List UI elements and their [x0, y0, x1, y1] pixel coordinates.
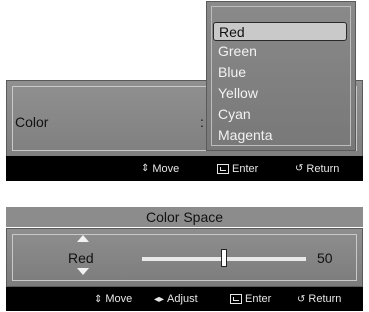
dropdown-option-magenta[interactable]: Magenta [213, 126, 347, 145]
dropdown-option-green[interactable]: Green [213, 42, 347, 61]
channel-label: Red [68, 250, 94, 266]
guide-return: ↺ Return [295, 163, 339, 175]
guide-return-label: Return [306, 162, 340, 175]
dropdown-option-yellow[interactable]: Yellow [213, 84, 347, 103]
arrow-up-icon[interactable] [77, 235, 89, 242]
dropdown-option-blue[interactable]: Blue [213, 63, 347, 82]
color-space-title: Color Space [6, 207, 363, 227]
guide-move-label: Move [152, 162, 180, 175]
arrow-down-icon[interactable] [77, 268, 89, 275]
color-space-menu: Color Space Red 50 ⇕ Move ◂▸ Adjust Ente… [6, 207, 363, 311]
guide-enter: Enter [230, 293, 271, 305]
guide-adjust-label: Adjust [167, 293, 198, 305]
up-down-icon: ⇕ [141, 163, 150, 174]
color-row-label: Color [15, 114, 49, 130]
guide-enter-label: Enter [245, 293, 272, 305]
guide-adjust: ◂▸ Adjust [154, 293, 198, 305]
guide-move: ⇕ Move [141, 163, 179, 175]
color-row-colon: : [200, 114, 204, 130]
left-right-icon: ◂▸ [154, 293, 165, 305]
guide-return-label: Return [308, 293, 342, 305]
guide-return: ↺ Return [297, 293, 341, 305]
slider-thumb[interactable] [221, 249, 227, 267]
dropdown-option-red[interactable]: Red [213, 22, 347, 41]
color-dropdown[interactable]: Red Green Blue Yellow Cyan Magenta [206, 1, 356, 151]
up-down-icon: ⇕ [94, 293, 103, 305]
enter-icon [230, 294, 242, 304]
guide-bar: ⇕ Move Enter ↺ Return [6, 156, 363, 181]
guide-move-label: Move [105, 293, 133, 305]
guide-enter: Enter [217, 163, 258, 175]
guide-bar-2: ⇕ Move ◂▸ Adjust Enter ↺ Return [6, 287, 363, 311]
guide-move: ⇕ Move [94, 293, 132, 305]
dropdown-option-cyan[interactable]: Cyan [213, 105, 347, 124]
guide-enter-label: Enter [232, 162, 259, 175]
enter-icon [217, 163, 229, 174]
return-icon: ↺ [295, 163, 304, 174]
return-icon: ↺ [297, 293, 306, 305]
slider-value: 50 [317, 250, 333, 266]
